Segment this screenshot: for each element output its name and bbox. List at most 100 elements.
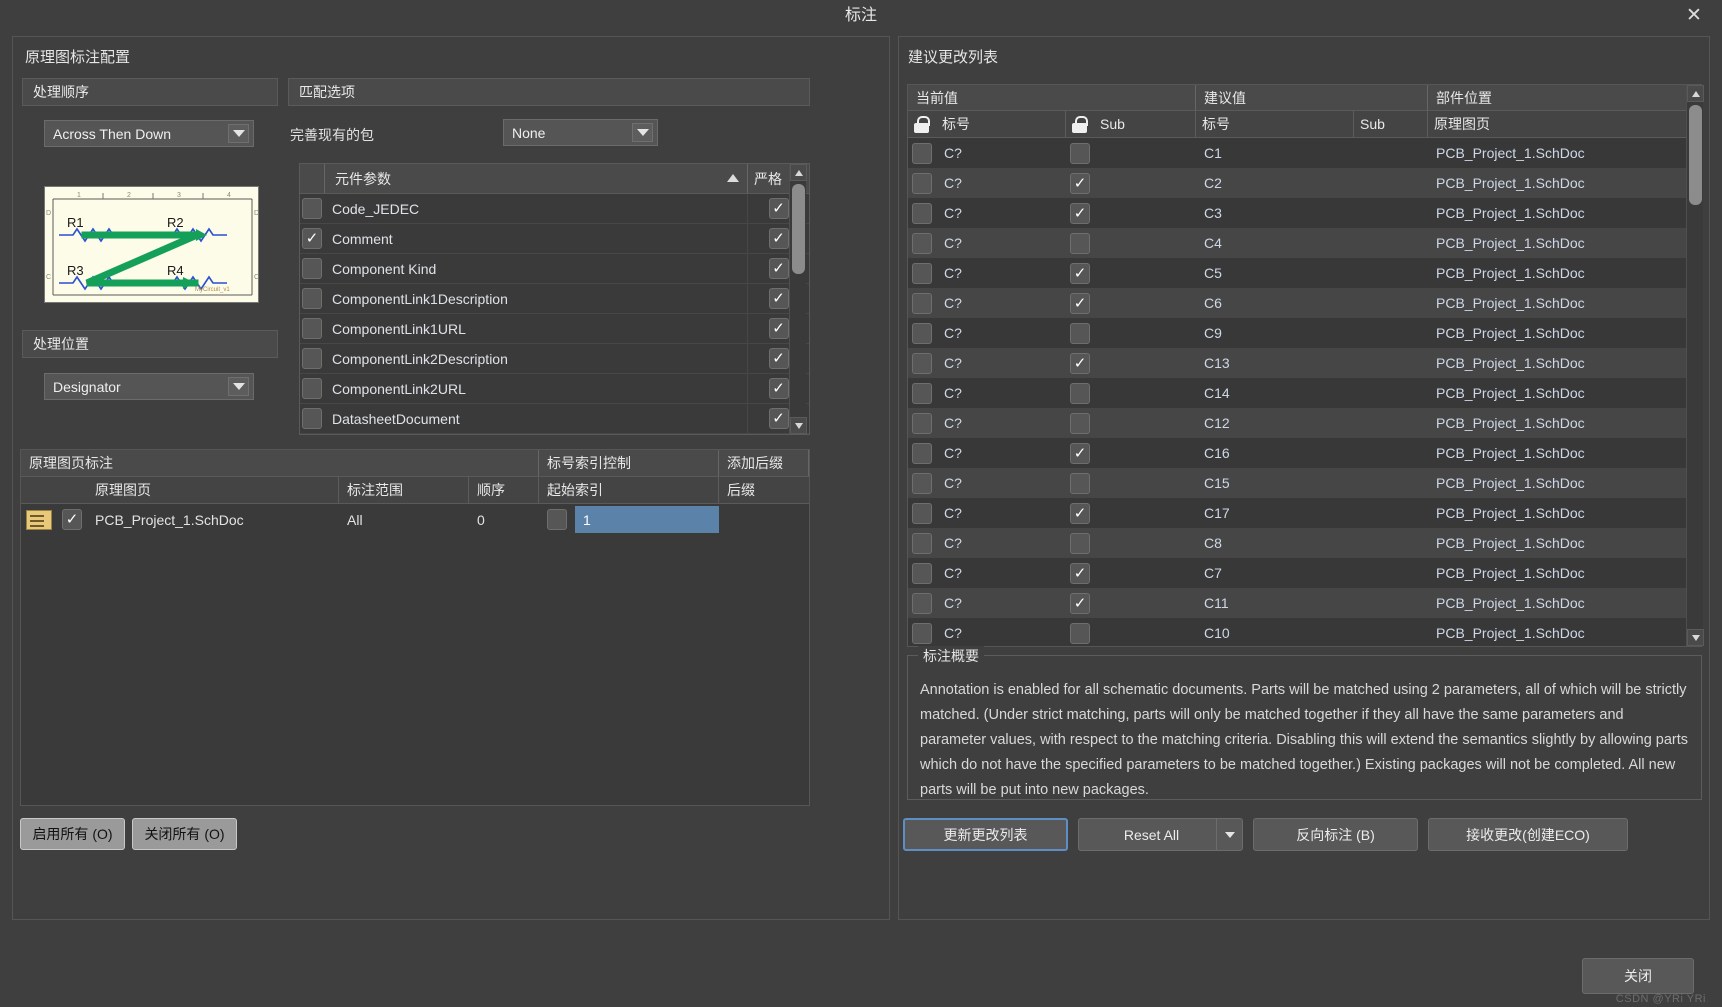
current-lock-checkbox[interactable] bbox=[912, 562, 932, 584]
parameter-strict-checkbox[interactable] bbox=[768, 378, 789, 399]
proposed-change-row[interactable]: C? C8 PCB_Project_1.SchDoc bbox=[908, 528, 1701, 558]
proposed-change-row[interactable]: C? C2 PCB_Project_1.SchDoc bbox=[908, 168, 1701, 198]
proposed-change-row[interactable]: C? C3 PCB_Project_1.SchDoc bbox=[908, 198, 1701, 228]
current-lock-checkbox[interactable] bbox=[912, 442, 932, 464]
sheet-row[interactable]: PCB_Project_1.SchDoc All0 1 bbox=[21, 504, 809, 535]
parameter-strict-checkbox[interactable] bbox=[768, 198, 789, 219]
current-sub-lock-checkbox[interactable] bbox=[1070, 172, 1090, 194]
match-parameter-row[interactable]: Comment bbox=[300, 224, 809, 254]
processing-location-combobox[interactable]: Designator bbox=[44, 373, 254, 400]
enable-all-button[interactable]: 启用所有 (O) bbox=[20, 818, 125, 850]
current-lock-checkbox[interactable] bbox=[912, 532, 932, 554]
current-sub-lock-checkbox[interactable] bbox=[1070, 322, 1090, 344]
current-sub-lock-checkbox[interactable] bbox=[1070, 232, 1090, 254]
proposed-change-row[interactable]: C? C12 PCB_Project_1.SchDoc bbox=[908, 408, 1701, 438]
scroll-up-icon[interactable] bbox=[1687, 85, 1704, 102]
current-lock-checkbox[interactable] bbox=[912, 622, 932, 644]
current-sub-lock-checkbox[interactable] bbox=[1070, 592, 1090, 614]
match-parameters-grid[interactable]: 元件参数 严格 Code_JEDECCommentComponent KindC… bbox=[299, 163, 810, 435]
current-sub-lock-checkbox[interactable] bbox=[1070, 202, 1090, 224]
current-lock-checkbox[interactable] bbox=[912, 592, 932, 614]
update-change-list-button[interactable]: 更新更改列表 bbox=[903, 818, 1068, 851]
disable-all-button[interactable]: 关闭所有 (O) bbox=[132, 818, 237, 850]
schematic-sheets-grid[interactable]: 原理图页标注 标号索引控制 添加后缀 原理图页 标注范围 顺序 起始索引 后缀 … bbox=[20, 449, 810, 806]
current-sub-lock-checkbox[interactable] bbox=[1070, 142, 1090, 164]
close-button[interactable]: 关闭 bbox=[1582, 958, 1694, 994]
parameter-strict-checkbox[interactable] bbox=[768, 348, 789, 369]
current-lock-checkbox[interactable] bbox=[912, 292, 932, 314]
suffix-cell[interactable] bbox=[719, 504, 809, 535]
accept-changes-button[interactable]: 接收更改(创建ECO) bbox=[1428, 818, 1628, 851]
current-lock-checkbox[interactable] bbox=[912, 172, 932, 194]
match-parameter-row[interactable]: ComponentLink1URL bbox=[300, 314, 809, 344]
current-lock-checkbox[interactable] bbox=[912, 262, 932, 284]
match-parameter-row[interactable]: Code_JEDEC bbox=[300, 194, 809, 224]
chevron-down-icon[interactable] bbox=[632, 123, 653, 142]
chevron-down-icon[interactable] bbox=[228, 124, 249, 143]
proposed-change-row[interactable]: C? C7 PCB_Project_1.SchDoc bbox=[908, 558, 1701, 588]
current-sub-lock-checkbox[interactable] bbox=[1070, 562, 1090, 584]
proposed-change-row[interactable]: C? C1 PCB_Project_1.SchDoc bbox=[908, 138, 1701, 168]
chevron-down-icon[interactable] bbox=[1216, 819, 1242, 850]
parameter-enable-checkbox[interactable] bbox=[302, 258, 322, 279]
current-lock-checkbox[interactable] bbox=[912, 142, 932, 164]
parameter-enable-checkbox[interactable] bbox=[302, 408, 322, 429]
current-sub-lock-checkbox[interactable] bbox=[1070, 532, 1090, 554]
current-sub-lock-checkbox[interactable] bbox=[1070, 352, 1090, 374]
proposed-change-row[interactable]: C? C13 PCB_Project_1.SchDoc bbox=[908, 348, 1701, 378]
current-lock-checkbox[interactable] bbox=[912, 352, 932, 374]
scrollbar-thumb[interactable] bbox=[1689, 105, 1702, 205]
current-lock-checkbox[interactable] bbox=[912, 202, 932, 224]
parameter-strict-checkbox[interactable] bbox=[768, 408, 789, 429]
sheet-enable-checkbox[interactable] bbox=[62, 509, 82, 530]
proposed-change-row[interactable]: C? C9 PCB_Project_1.SchDoc bbox=[908, 318, 1701, 348]
close-icon[interactable]: ✕ bbox=[1674, 2, 1714, 29]
parameter-enable-checkbox[interactable] bbox=[302, 348, 322, 369]
reset-all-button[interactable]: Reset All bbox=[1078, 818, 1243, 851]
parameter-strict-checkbox[interactable] bbox=[768, 258, 789, 279]
proposed-change-row[interactable]: C? C14 PCB_Project_1.SchDoc bbox=[908, 378, 1701, 408]
proposed-changes-grid[interactable]: 当前值 建议值 部件位置 标号 Sub 标号 Sub 原理图页 C? C1 PC… bbox=[907, 84, 1702, 647]
parameter-strict-checkbox[interactable] bbox=[768, 288, 789, 309]
current-sub-lock-checkbox[interactable] bbox=[1070, 502, 1090, 524]
current-sub-lock-checkbox[interactable] bbox=[1070, 442, 1090, 464]
scroll-down-icon[interactable] bbox=[790, 417, 807, 434]
scroll-down-icon[interactable] bbox=[1687, 629, 1704, 646]
proposed-change-row[interactable]: C? C11 PCB_Project_1.SchDoc bbox=[908, 588, 1701, 618]
processing-order-combobox[interactable]: Across Then Down bbox=[44, 120, 254, 147]
parameter-enable-checkbox[interactable] bbox=[302, 288, 322, 309]
scrollbar-thumb[interactable] bbox=[792, 184, 805, 274]
parameter-strict-checkbox[interactable] bbox=[768, 228, 789, 249]
current-sub-lock-checkbox[interactable] bbox=[1070, 472, 1090, 494]
proposed-change-row[interactable]: C? C16 PCB_Project_1.SchDoc bbox=[908, 438, 1701, 468]
chevron-down-icon[interactable] bbox=[228, 377, 249, 396]
match-parameter-row[interactable]: ComponentLink1Description bbox=[300, 284, 809, 314]
current-sub-lock-checkbox[interactable] bbox=[1070, 292, 1090, 314]
current-lock-checkbox[interactable] bbox=[912, 472, 932, 494]
match-parameters-scrollbar[interactable] bbox=[789, 164, 807, 434]
existing-packages-combobox[interactable]: None bbox=[503, 119, 658, 146]
proposed-changes-scrollbar[interactable] bbox=[1686, 85, 1704, 646]
start-index-input[interactable]: 1 bbox=[575, 506, 719, 533]
scroll-up-icon[interactable] bbox=[790, 164, 807, 181]
parameter-strict-checkbox[interactable] bbox=[768, 318, 789, 339]
proposed-change-row[interactable]: C? C10 PCB_Project_1.SchDoc bbox=[908, 618, 1701, 646]
parameter-enable-checkbox[interactable] bbox=[302, 198, 322, 219]
back-annotate-button[interactable]: 反向标注 (B) bbox=[1253, 818, 1418, 851]
start-index-checkbox[interactable] bbox=[547, 509, 567, 530]
current-lock-checkbox[interactable] bbox=[912, 232, 932, 254]
current-sub-lock-checkbox[interactable] bbox=[1070, 262, 1090, 284]
match-parameter-row[interactable]: Component Kind bbox=[300, 254, 809, 284]
current-sub-lock-checkbox[interactable] bbox=[1070, 382, 1090, 404]
current-lock-checkbox[interactable] bbox=[912, 382, 932, 404]
proposed-change-row[interactable]: C? C5 PCB_Project_1.SchDoc bbox=[908, 258, 1701, 288]
proposed-change-row[interactable]: C? C15 PCB_Project_1.SchDoc bbox=[908, 468, 1701, 498]
match-parameter-row[interactable]: ComponentLink2Description bbox=[300, 344, 809, 374]
current-sub-lock-checkbox[interactable] bbox=[1070, 622, 1090, 644]
current-sub-lock-checkbox[interactable] bbox=[1070, 412, 1090, 434]
parameter-enable-checkbox[interactable] bbox=[302, 318, 322, 339]
proposed-change-row[interactable]: C? C6 PCB_Project_1.SchDoc bbox=[908, 288, 1701, 318]
parameter-enable-checkbox[interactable] bbox=[302, 228, 322, 249]
current-lock-checkbox[interactable] bbox=[912, 412, 932, 434]
sort-ascending-icon[interactable] bbox=[727, 174, 739, 182]
